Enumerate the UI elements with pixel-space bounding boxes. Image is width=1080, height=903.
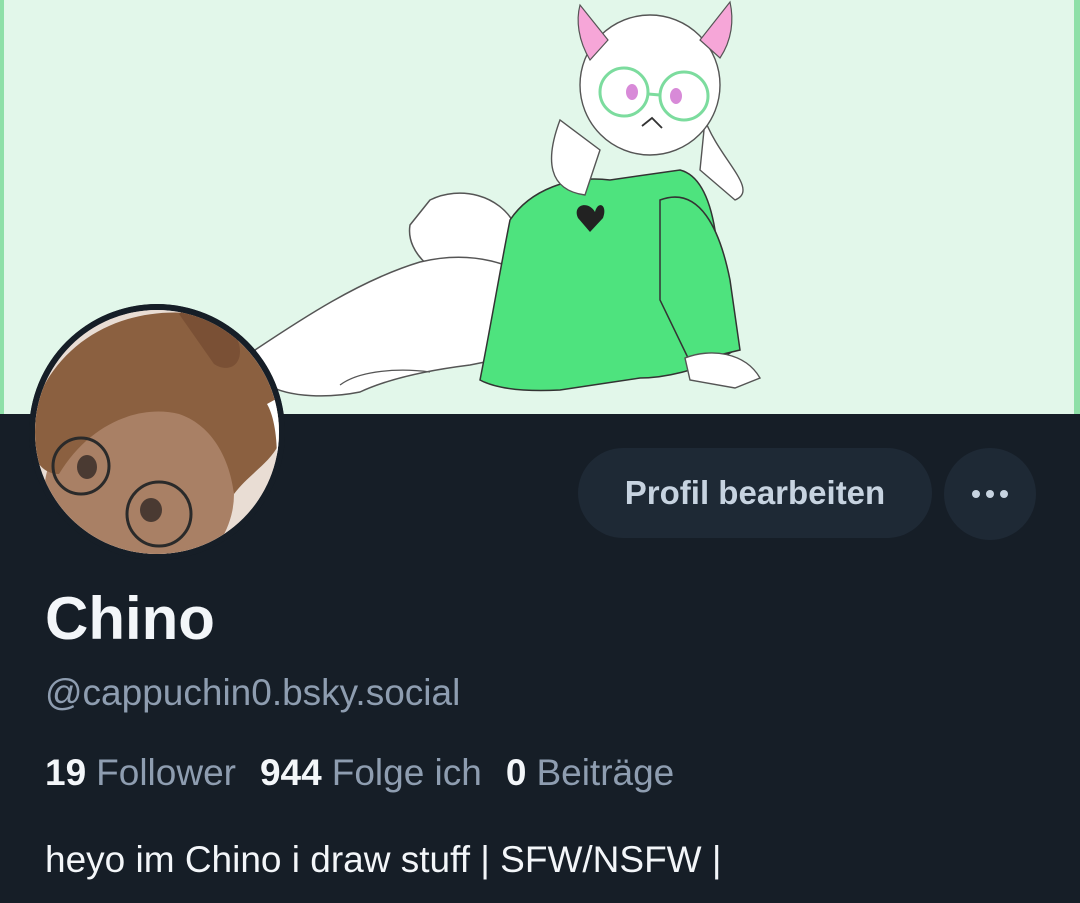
edit-profile-button[interactable]: Profil bearbeiten	[578, 448, 932, 538]
display-name: Chino	[45, 585, 215, 652]
profile-stats: 19 Follower 944 Folge ich 0 Beiträge	[45, 748, 698, 798]
avatar-image	[29, 304, 285, 560]
more-options-button[interactable]	[944, 448, 1036, 540]
posts-stat: 0 Beiträge	[506, 748, 674, 798]
following-count: 944	[259, 752, 322, 793]
following-stat[interactable]: 944 Folge ich	[260, 748, 482, 798]
followers-stat[interactable]: 19 Follower	[45, 748, 236, 798]
profile-handle: @cappuchin0.bsky.social	[45, 672, 461, 713]
avatar[interactable]	[29, 304, 285, 560]
posts-count: 0	[505, 752, 527, 793]
ellipsis-icon	[972, 490, 1008, 498]
profile-bio: heyo im Chino i draw stuff | SFW/NSFW |	[45, 839, 722, 880]
posts-label: Beiträge	[536, 752, 675, 793]
followers-label: Follower	[96, 752, 236, 793]
following-label: Folge ich	[331, 752, 482, 793]
followers-count: 19	[45, 752, 87, 793]
edit-profile-label: Profil bearbeiten	[624, 474, 886, 511]
profile-screen: Profil bearbeiten Chino @cappuchin0.bsky…	[0, 0, 1080, 903]
